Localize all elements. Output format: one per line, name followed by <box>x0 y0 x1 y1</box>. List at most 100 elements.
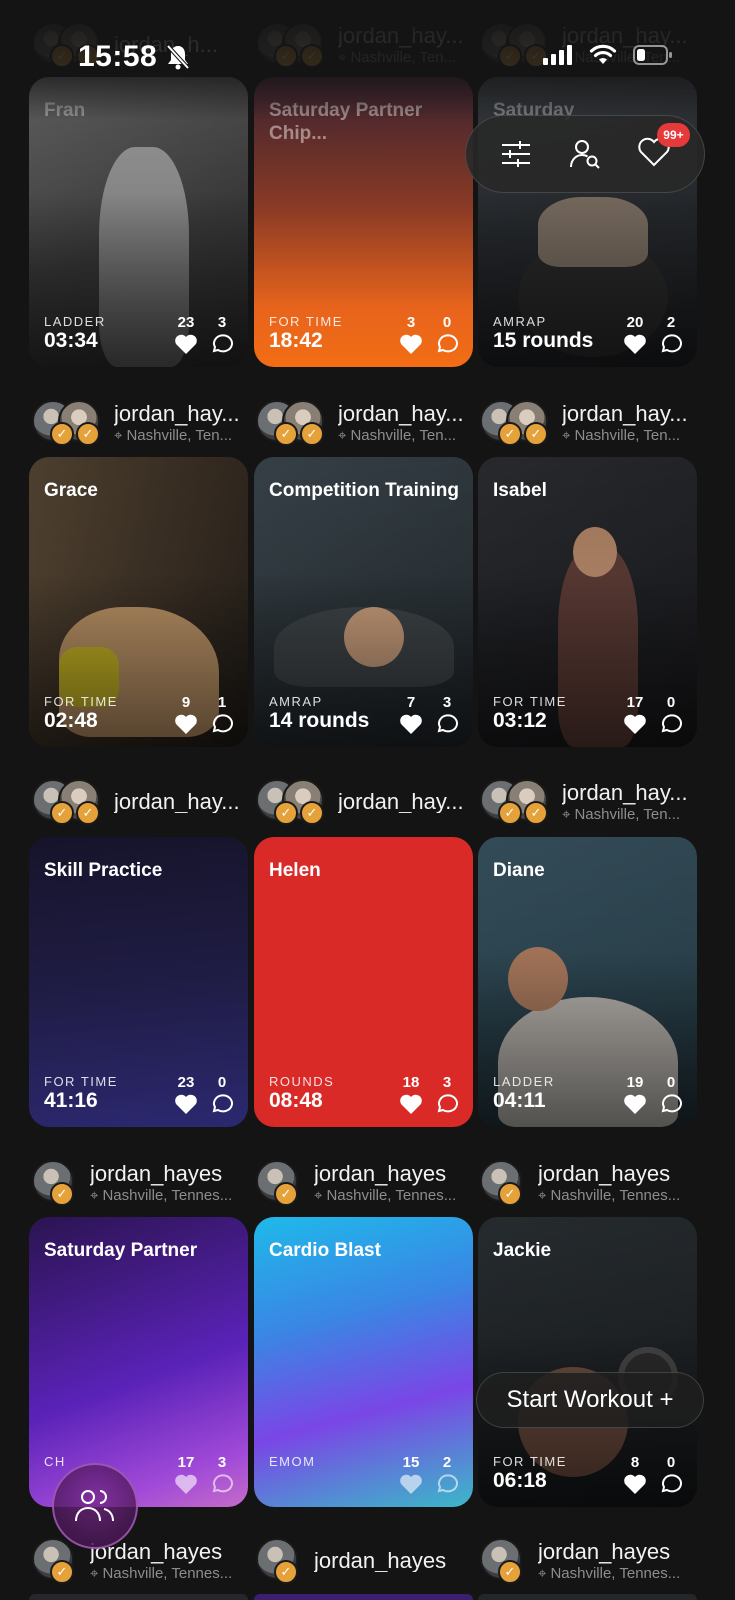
username: jordan_hay... <box>114 403 240 426</box>
user-location: Nashville, Tennes... <box>102 1187 233 1203</box>
username: jordan_hay... <box>114 791 240 813</box>
workout-type: AMRAP <box>493 314 547 329</box>
workout-card[interactable]: Jackie FOR TIME 06:18 8 0 <box>478 1217 697 1507</box>
post-author[interactable]: ✓ jordan_hayes ⌖ Nashville, Tennes... <box>32 1538 242 1584</box>
location-pin-icon: ⌖ <box>538 1187 547 1203</box>
like-button[interactable]: 20 <box>623 314 647 355</box>
post-author[interactable]: ✓ ✓ jordan_hay... ⌖ Nashville, Ten... <box>480 779 692 825</box>
workout-card[interactable]: Helen ROUNDS 08:48 18 3 <box>254 837 473 1127</box>
comment-button[interactable]: 0 <box>659 694 683 735</box>
workout-type: CH <box>44 1454 66 1469</box>
avatar: ✓ ✓ <box>480 779 556 825</box>
like-button[interactable]: 23 <box>174 314 198 355</box>
avatar: ✓ <box>256 1538 308 1584</box>
post-author[interactable]: ✓ ✓ jordan_hay... <box>256 779 468 825</box>
like-button[interactable]: 15 <box>399 1454 423 1495</box>
like-button[interactable]: 19 <box>623 1074 647 1115</box>
comment-button[interactable]: 0 <box>659 1074 683 1115</box>
like-button[interactable]: 7 <box>399 694 423 735</box>
comment-button[interactable]: 3 <box>210 314 234 355</box>
post-author[interactable]: ✓ ✓ jordan_hay... ⌖ Nashville, Ten... <box>256 22 468 68</box>
comment-count: 3 <box>442 1074 452 1091</box>
heart-icon <box>400 1474 422 1494</box>
comment-button[interactable]: 3 <box>435 694 459 735</box>
user-search-icon[interactable] <box>569 138 601 170</box>
username: jordan_hayes <box>538 1163 671 1186</box>
comment-icon <box>661 1474 682 1493</box>
like-button[interactable]: 3 <box>399 314 423 355</box>
post-author[interactable]: ✓ jordan_hayes ⌖ Nashville, Tennes... <box>480 1160 692 1206</box>
avatar: ✓ ✓ <box>32 779 108 825</box>
workout-card[interactable]: Saturday Partner CH 17 3 <box>29 1217 248 1507</box>
like-button[interactable]: 17 <box>623 694 647 735</box>
workout-type: LADDER <box>44 314 106 329</box>
comment-button[interactable]: 2 <box>435 1454 459 1495</box>
workout-card[interactable] <box>29 1594 248 1600</box>
post-author[interactable]: ✓ jordan_hayes ⌖ Nashville, Tennes... <box>32 1160 242 1206</box>
workout-title: Diane <box>493 860 545 881</box>
location-pin-icon: ⌖ <box>90 1565 99 1581</box>
like-button[interactable]: 18 <box>399 1074 423 1115</box>
post-author[interactable]: ✓ ✓ jordan_hay... <box>32 779 242 825</box>
avatar: ✓ ✓ <box>256 22 332 68</box>
heart-icon <box>175 334 197 354</box>
post-author[interactable]: ✓ ✓ jordan_hay... ⌖ Nashville, Ten... <box>480 400 692 446</box>
comment-count: 1 <box>217 694 227 711</box>
workout-result: 14 rounds <box>269 709 370 732</box>
comment-button[interactable]: 2 <box>659 314 683 355</box>
like-count: 17 <box>626 694 644 711</box>
filter-sliders-icon[interactable] <box>500 138 532 170</box>
workout-title: Skill Practice <box>44 860 163 881</box>
community-button[interactable] <box>52 1463 138 1549</box>
workout-card[interactable]: Saturday Partner Chip... FOR TIME 18:42 … <box>254 77 473 367</box>
comment-button[interactable]: 1 <box>210 694 234 735</box>
username: jordan_hay... <box>562 782 688 805</box>
comment-count: 0 <box>217 1074 227 1091</box>
avatar: ✓ ✓ <box>480 400 556 446</box>
workout-card[interactable]: Diane LADDER 04:11 19 0 <box>478 837 697 1127</box>
like-button[interactable]: 8 <box>623 1454 647 1495</box>
workout-card[interactable]: Grace FOR TIME 02:48 9 1 <box>29 457 248 747</box>
workout-card[interactable]: Cardio Blast EMOM 15 2 <box>254 1217 473 1507</box>
workout-title: Fran <box>44 100 86 121</box>
post-author[interactable]: ✓ ✓ jordan_hay... ⌖ Nashville, Ten... <box>256 400 468 446</box>
comment-button[interactable]: 0 <box>435 314 459 355</box>
post-author[interactable]: ✓ ✓ jordan_hay... ⌖ Nashville, Ten... <box>32 400 242 446</box>
comment-button[interactable]: 0 <box>210 1074 234 1115</box>
like-count: 20 <box>626 314 644 331</box>
feed-toolbar: 99+ <box>465 115 705 193</box>
comment-button[interactable]: 3 <box>435 1074 459 1115</box>
post-author[interactable]: ✓ jordan_hayes ⌖ Nashville, Tennes... <box>480 1538 692 1584</box>
comment-button[interactable]: 0 <box>659 1454 683 1495</box>
workout-card[interactable]: Competition Training AMRAP 14 rounds 7 3 <box>254 457 473 747</box>
heart-icon <box>624 1474 646 1494</box>
avatar: ✓ <box>480 1160 532 1206</box>
workout-title: Competition Training <box>269 480 459 501</box>
workout-card[interactable]: Isabel FOR TIME 03:12 17 0 <box>478 457 697 747</box>
heart-icon <box>400 714 422 734</box>
like-button[interactable]: 23 <box>174 1074 198 1115</box>
start-workout-button[interactable]: Start Workout + <box>476 1372 704 1428</box>
comment-icon <box>212 1094 233 1113</box>
location-pin-icon: ⌖ <box>114 427 123 443</box>
workout-result: 04:11 <box>493 1089 546 1112</box>
workout-card[interactable]: Skill Practice FOR TIME 41:16 23 0 <box>29 837 248 1127</box>
workout-card[interactable]: Fran LADDER 03:34 23 3 <box>29 77 248 367</box>
workout-result: 02:48 <box>44 709 98 732</box>
workout-title: Helen <box>269 860 321 881</box>
comment-button[interactable]: 3 <box>210 1454 234 1495</box>
post-author[interactable]: ✓ jordan_hayes <box>256 1538 468 1584</box>
activity-button[interactable]: 99+ <box>637 122 690 172</box>
like-button[interactable]: 17 <box>174 1454 198 1495</box>
comment-icon <box>212 714 233 733</box>
workout-result: 03:34 <box>44 329 98 352</box>
status-time: 15:58 <box>78 40 158 73</box>
avatar: ✓ <box>256 1160 308 1206</box>
like-count: 9 <box>181 694 191 711</box>
username: jordan_hay... <box>338 25 464 48</box>
like-button[interactable]: 9 <box>174 694 198 735</box>
workout-card[interactable] <box>478 1594 697 1600</box>
workout-card[interactable] <box>254 1594 473 1600</box>
post-author[interactable]: ✓ jordan_hayes ⌖ Nashville, Tennes... <box>256 1160 468 1206</box>
comment-count: 0 <box>666 694 676 711</box>
